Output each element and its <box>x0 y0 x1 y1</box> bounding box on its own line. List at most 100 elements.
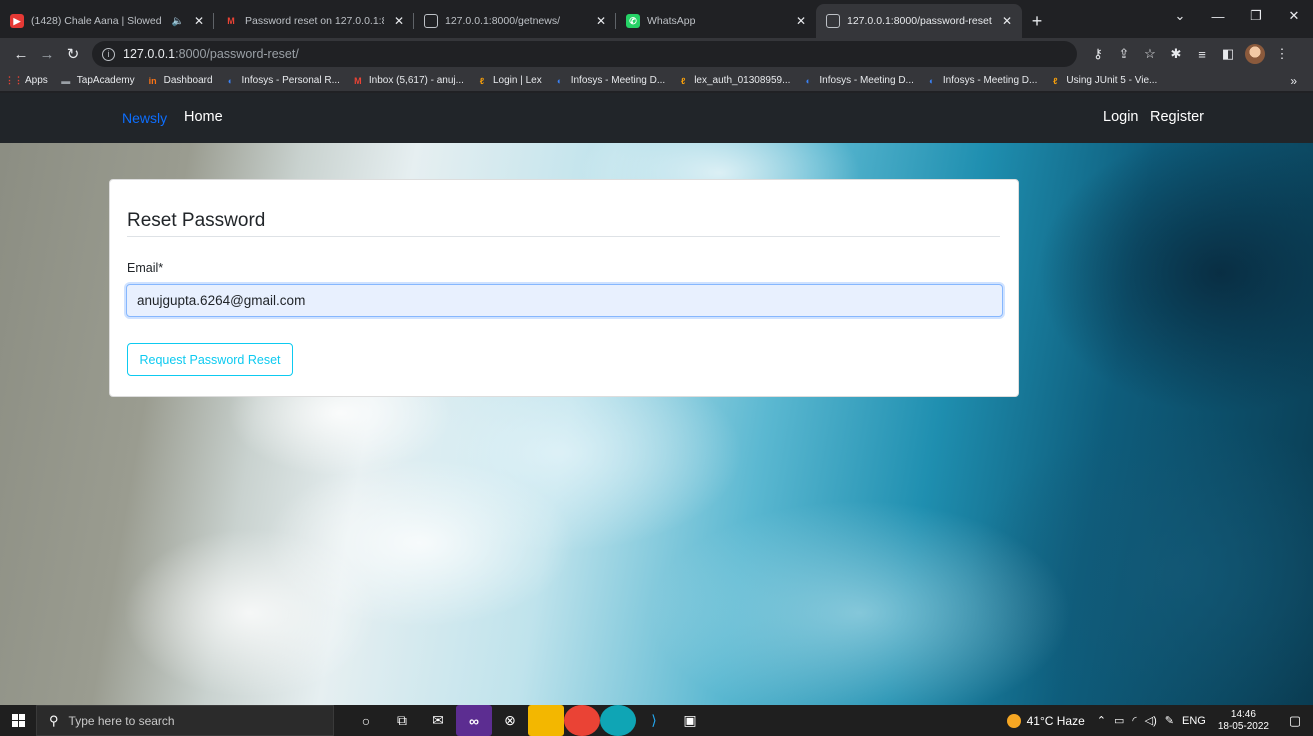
close-window-button[interactable]: ✕ <box>1275 0 1313 32</box>
volume-icon[interactable]: ◁) <box>1145 714 1157 727</box>
bookmark-item[interactable]: ℓ Using JUnit 5 - Vie... <box>1049 75 1157 87</box>
bookmarks-overflow-button[interactable]: » <box>1290 74 1297 88</box>
notification-icon[interactable]: ▢ <box>1283 713 1307 729</box>
tab-title: WhatsApp <box>647 15 696 27</box>
new-tab-button[interactable]: + <box>1022 4 1052 38</box>
bookmarks-bar: ⋮⋮ Apps ▬ TapAcademy in Dashboard ◐ Infosys … <box>0 70 1313 92</box>
lex-icon: ℓ <box>1053 75 1058 86</box>
window-controls: ⌄ — ❐ ✕ <box>1161 0 1313 32</box>
maximize-button[interactable]: ❐ <box>1237 0 1275 32</box>
address-bar[interactable]: i 127.0.0.1:8000/password-reset/ <box>92 41 1077 67</box>
nav-home-link[interactable]: Home <box>184 109 223 125</box>
tab-title: Password reset on 127.0.0.1:8000 <box>245 15 384 27</box>
nav-login-link[interactable]: Login <box>1103 109 1138 125</box>
taskbar-search[interactable]: ⚲ Type here to search <box>36 705 334 736</box>
close-icon[interactable]: ✕ <box>794 14 808 28</box>
brand-link[interactable]: Newsly <box>122 110 167 126</box>
visual-studio-icon[interactable]: ∞ <box>456 705 492 736</box>
reading-list-icon[interactable]: ≡ <box>1189 47 1215 62</box>
web-page: Newsly Home Login Register Reset Passwor… <box>0 93 1313 705</box>
bookmark-item[interactable]: in Dashboard <box>147 75 213 87</box>
browser-tab[interactable]: 127.0.0.1:8000/getnews/ ✕ <box>414 4 616 38</box>
lex-icon: ℓ <box>479 75 485 86</box>
chevron-up-icon[interactable]: ⌃ <box>1097 714 1106 727</box>
search-placeholder: Type here to search <box>68 713 175 728</box>
tapacademy-icon: ▬ <box>61 75 71 86</box>
audio-icon[interactable]: 🔈 <box>172 16 184 27</box>
infosys-icon: ◐ <box>557 75 563 86</box>
bookmark-item[interactable]: ⋮⋮ Apps <box>5 75 48 87</box>
extensions-icon[interactable]: ✱ <box>1163 46 1189 62</box>
wifi-icon[interactable]: ◜ <box>1132 714 1136 727</box>
bookmark-item[interactable]: ▬ TapAcademy <box>60 75 134 87</box>
side-panel-icon[interactable]: ◧ <box>1215 46 1241 62</box>
chrome-icon[interactable] <box>564 705 600 736</box>
forward-button[interactable]: → <box>34 46 60 63</box>
email-field[interactable] <box>126 284 1003 317</box>
bookmark-item[interactable]: ℓ Login | Lex <box>476 75 542 87</box>
share-icon[interactable]: ⇪ <box>1111 46 1137 62</box>
windows-taskbar: ⚲ Type here to search ○ ⧉ ✉ ∞ ⊗ ⟩ ▣ 41°C… <box>0 705 1313 736</box>
site-info-icon[interactable]: i <box>102 47 115 61</box>
task-view-icon[interactable]: ⧉ <box>384 705 420 736</box>
request-password-reset-button[interactable]: Request Password Reset <box>127 343 293 376</box>
back-button[interactable]: ← <box>8 46 34 63</box>
bookmark-item[interactable]: ℓ lex_auth_01308959... <box>677 75 790 87</box>
infosys-icon: ◐ <box>805 75 812 86</box>
profile-avatar[interactable] <box>1245 44 1265 64</box>
clock[interactable]: 14:46 18-05-2022 <box>1218 709 1269 733</box>
bookmark-label: lex_auth_01308959... <box>694 75 791 86</box>
pen-icon[interactable]: ✎ <box>1165 714 1174 727</box>
key-icon[interactable]: ⚷ <box>1085 46 1111 62</box>
nav-register-link[interactable]: Register <box>1150 109 1204 125</box>
battery-icon[interactable]: ▭ <box>1114 714 1124 727</box>
form-title: Reset Password <box>127 210 266 231</box>
divider <box>127 236 1000 237</box>
minimize-button[interactable]: — <box>1199 0 1237 32</box>
bookmark-item[interactable]: M Inbox (5,617) - anuj... <box>352 75 464 87</box>
infosys-icon: ◐ <box>227 75 234 86</box>
clock-time: 14:46 <box>1230 708 1256 720</box>
close-icon[interactable]: ✕ <box>392 14 406 28</box>
browser-tab[interactable]: ▶ (1428) Chale Aana | Slowed 🔈 ✕ <box>0 4 214 38</box>
xbox-icon[interactable]: ⊗ <box>492 705 528 736</box>
bookmark-label: Login | Lex <box>492 75 542 86</box>
language-indicator[interactable]: ENG <box>1182 715 1206 727</box>
cortana-icon[interactable]: ○ <box>348 705 384 736</box>
taskbar-apps: ○ ⧉ ✉ ∞ ⊗ ⟩ ▣ <box>348 705 708 736</box>
gmail-icon: M <box>227 16 235 26</box>
browser-tab[interactable]: ✆ WhatsApp ✕ <box>616 4 816 38</box>
bookmark-label: Apps <box>25 75 48 86</box>
star-icon[interactable]: ☆ <box>1137 46 1163 62</box>
edge-icon[interactable] <box>600 705 636 736</box>
mail-icon[interactable]: ✉ <box>420 705 456 736</box>
vscode-icon[interactable]: ⟩ <box>636 705 672 736</box>
weather-text[interactable]: 41°C Haze <box>1027 714 1085 728</box>
bookmark-item[interactable]: ◐ Infosys - Personal R... <box>225 75 340 87</box>
bookmark-item[interactable]: ◐ Infosys - Meeting D... <box>802 75 914 87</box>
bookmark-item[interactable]: ◐ Infosys - Meeting D... <box>926 75 1037 87</box>
bookmark-label: Infosys - Personal R... <box>241 75 340 86</box>
bookmark-label: Infosys - Meeting D... <box>570 75 666 86</box>
youtube-icon: ▶ <box>10 14 24 28</box>
windows-start-button[interactable] <box>0 705 36 736</box>
close-icon[interactable]: ✕ <box>1000 14 1014 28</box>
close-icon[interactable]: ✕ <box>594 14 608 28</box>
file-explorer-icon[interactable] <box>528 705 564 736</box>
reload-button[interactable]: ↻ <box>60 45 86 63</box>
gmail-icon: M <box>354 75 362 86</box>
photos-icon[interactable]: ▣ <box>672 705 708 736</box>
browser-tab[interactable]: M Password reset on 127.0.0.1:8000 ✕ <box>214 4 414 38</box>
bookmark-label: Using JUnit 5 - Vie... <box>1066 75 1158 86</box>
reset-password-card: Reset Password Email* Request Password R… <box>109 179 1019 397</box>
search-icon: ⚲ <box>49 712 59 728</box>
bookmark-item[interactable]: ◐ Infosys - Meeting D... <box>554 75 665 87</box>
close-icon[interactable]: ✕ <box>192 14 206 28</box>
email-label: Email* <box>127 261 164 275</box>
system-tray: 41°C Haze ⌃ ▭ ◜ ◁) ✎ ENG 14:46 18-05-202… <box>1006 705 1313 736</box>
menu-icon[interactable]: ⋮ <box>1269 46 1295 62</box>
browser-tab-active[interactable]: 127.0.0.1:8000/password-reset/ ✕ <box>816 4 1022 38</box>
chevron-down-icon[interactable]: ⌄ <box>1161 0 1199 32</box>
weather-sun-icon <box>1006 713 1021 728</box>
browser-tab-strip: ▶ (1428) Chale Aana | Slowed 🔈 ✕ M Passw… <box>0 0 1313 38</box>
